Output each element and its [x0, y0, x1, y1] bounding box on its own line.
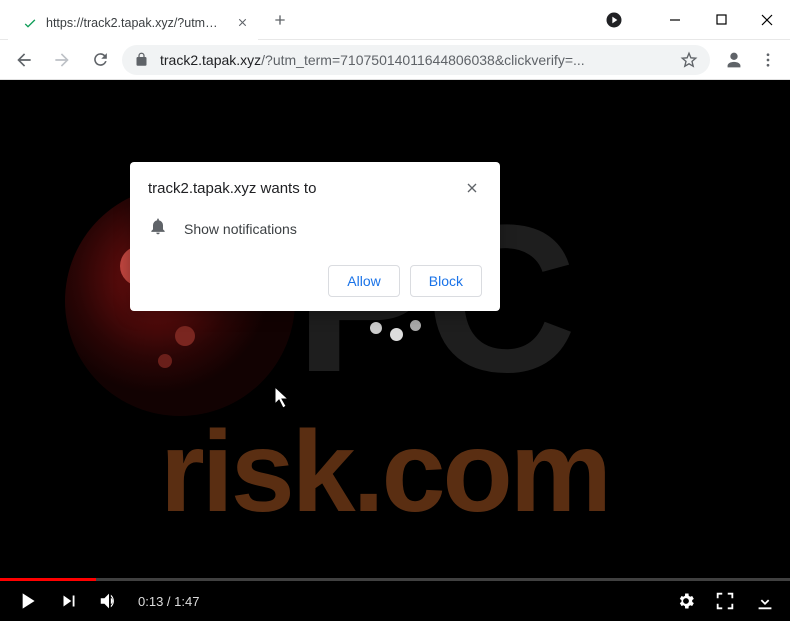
fullscreen-button[interactable] [714, 590, 736, 612]
next-button[interactable] [58, 590, 80, 612]
play-button[interactable] [14, 588, 40, 614]
chrome-menu-button[interactable] [754, 46, 782, 74]
browser-tab[interactable]: https://track2.tapak.xyz/?utm_ter [8, 6, 258, 40]
permission-notification-label: Show notifications [184, 221, 297, 237]
video-control-bar: 0:13 / 1:47 [0, 581, 790, 621]
lock-icon[interactable] [134, 52, 150, 68]
video-duration: 1:47 [174, 594, 199, 609]
bell-icon [148, 216, 168, 241]
url-path: /?utm_term=71075014011644806038&clickver… [261, 52, 585, 68]
video-current-time: 0:13 [138, 594, 163, 609]
checkmark-icon [22, 15, 38, 31]
settings-gear-icon[interactable] [676, 591, 696, 611]
volume-button[interactable] [98, 590, 120, 612]
reload-button[interactable] [84, 44, 116, 76]
back-button[interactable] [8, 44, 40, 76]
close-window-button[interactable] [744, 0, 790, 40]
page-content: PC risk.com track2.tapak.xyz wants to Sh… [0, 80, 790, 621]
permission-title: track2.tapak.xyz wants to [148, 180, 316, 197]
maximize-button[interactable] [698, 0, 744, 40]
close-dialog-icon[interactable] [464, 180, 482, 198]
video-time: 0:13 / 1:47 [138, 594, 199, 609]
window-title-bar: https://track2.tapak.xyz/?utm_ter [0, 0, 790, 40]
minimize-button[interactable] [652, 0, 698, 40]
profile-button[interactable] [720, 46, 748, 74]
window-controls [604, 0, 790, 39]
url-text: track2.tapak.xyz/?utm_term=7107501401164… [160, 52, 670, 68]
notification-permission-dialog: track2.tapak.xyz wants to Show notificat… [130, 162, 500, 311]
new-tab-button[interactable] [266, 6, 294, 34]
watermark-line2: risk.com [160, 408, 609, 536]
forward-button[interactable] [46, 44, 78, 76]
download-icon[interactable] [754, 590, 776, 612]
url-host: track2.tapak.xyz [160, 52, 261, 68]
bookmark-star-icon[interactable] [680, 51, 698, 69]
tab-title: https://track2.tapak.xyz/?utm_ter [46, 16, 222, 30]
browser-toolbar: track2.tapak.xyz/?utm_term=7107501401164… [0, 40, 790, 80]
address-bar[interactable]: track2.tapak.xyz/?utm_term=7107501401164… [122, 45, 710, 75]
allow-button[interactable]: Allow [328, 265, 399, 297]
close-tab-icon[interactable] [234, 15, 250, 31]
mouse-cursor-icon [274, 386, 292, 410]
media-playing-icon[interactable] [604, 10, 624, 30]
block-button[interactable]: Block [410, 265, 482, 297]
